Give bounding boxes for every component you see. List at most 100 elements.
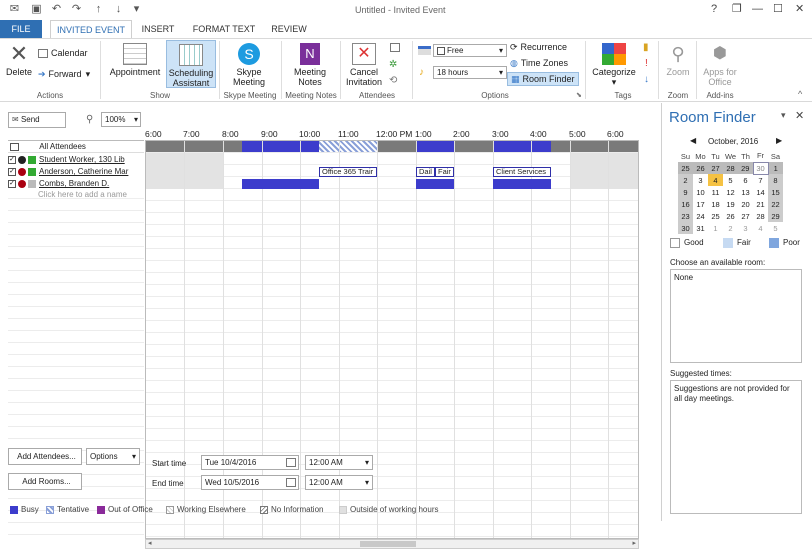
day-cell[interactable]: 27	[708, 162, 723, 174]
prev-month-icon[interactable]: ◀	[690, 136, 696, 145]
day-cell[interactable]: 15	[768, 186, 783, 198]
day-cell[interactable]: 27	[738, 210, 753, 222]
customize-quick-access-icon[interactable]: ▾	[130, 3, 143, 16]
calendar-picker-icon[interactable]	[286, 478, 296, 487]
attendee-type-icon[interactable]	[10, 142, 19, 151]
day-cell[interactable]: 31	[693, 222, 708, 234]
day-cell[interactable]: 17	[693, 198, 708, 210]
checkbox-checked-icon[interactable]: ✓	[8, 179, 16, 188]
reminder-dropdown[interactable]: 18 hours ▾	[433, 66, 507, 79]
day-cell[interactable]: 22	[768, 198, 783, 210]
address-book-icon[interactable]	[390, 43, 400, 52]
day-cell[interactable]: 29	[768, 210, 783, 222]
day-cell[interactable]: 29	[738, 162, 753, 174]
day-cell[interactable]: 28	[753, 210, 768, 222]
day-cell[interactable]: 25	[678, 162, 693, 174]
day-cell[interactable]: 9	[678, 186, 693, 198]
ribbon-display-button[interactable]: ❐	[732, 3, 742, 16]
day-cell[interactable]: 30	[752, 161, 769, 175]
day-cell[interactable]: 2	[723, 222, 738, 234]
collapse-ribbon-icon[interactable]: ^	[798, 89, 802, 99]
room-list[interactable]: None	[670, 269, 802, 363]
apps-for-office-button[interactable]: ⬢ Apps for Office	[698, 43, 742, 87]
attendee-row[interactable]: ✓ Student Worker, 130 Lib	[8, 154, 142, 166]
day-cell[interactable]: 16	[678, 198, 693, 210]
show-as-dropdown[interactable]: Free ▾	[433, 44, 507, 57]
end-time-field[interactable]: 12:00 AM ▾	[305, 475, 373, 490]
time-zones-button[interactable]: ◍ Time Zones	[510, 57, 568, 69]
day-cell[interactable]: 24	[693, 210, 708, 222]
day-cell[interactable]: 19	[723, 198, 738, 210]
up-arrow-icon[interactable]: ↑	[92, 3, 105, 16]
calendar-picker-icon[interactable]	[286, 458, 296, 467]
day-cell-selected[interactable]: 4	[708, 174, 723, 186]
save-icon[interactable]: ▣	[30, 3, 43, 16]
private-lock-icon[interactable]: ▮	[643, 42, 649, 53]
help-button[interactable]: ?	[711, 3, 717, 16]
redo-icon[interactable]: ↷	[70, 3, 83, 16]
cancel-invitation-button[interactable]: ✕ Cancel Invitation	[342, 43, 386, 87]
delete-button[interactable]: ✕ Delete	[3, 43, 35, 78]
day-cell[interactable]: 25	[708, 210, 723, 222]
day-cell[interactable]: 8	[768, 174, 783, 186]
day-cell[interactable]: 18	[708, 198, 723, 210]
attendee-row[interactable]: ✓ Anderson, Catherine Mar	[8, 166, 142, 178]
checkbox-checked-icon[interactable]: ✓	[8, 155, 16, 164]
day-cell[interactable]: 26	[693, 162, 708, 174]
options-button[interactable]: Options ▾	[86, 448, 140, 465]
pane-options-icon[interactable]: ▾	[781, 110, 786, 121]
high-importance-icon[interactable]: !	[645, 58, 648, 69]
checkbox-checked-icon[interactable]: ✓	[8, 167, 16, 176]
tab-file[interactable]: FILE	[0, 20, 42, 38]
day-cell[interactable]: 14	[753, 186, 768, 198]
day-cell[interactable]: 23	[678, 210, 693, 222]
forward-button[interactable]: ➔ Forward ▾	[38, 68, 90, 80]
day-cell[interactable]: 6	[738, 174, 753, 186]
day-cell[interactable]: 7	[753, 174, 768, 186]
response-options-icon[interactable]: ✲	[389, 59, 397, 70]
appointment-button[interactable]: Appointment	[106, 43, 164, 77]
suggested-times-list[interactable]: Suggestions are not provided for all day…	[670, 380, 802, 514]
mini-calendar[interactable]: Su Mo Tu We Th Fr Sa 25 26 27 28 29 30 1 2345678 9 10…	[678, 150, 783, 234]
day-cell[interactable]: 3	[693, 174, 708, 186]
tab-format-text[interactable]: FORMAT TEXT	[187, 20, 261, 38]
day-cell[interactable]: 20	[738, 198, 753, 210]
check-names-icon[interactable]: ⟲	[389, 75, 397, 86]
meeting-notes-button[interactable]: N Meeting Notes	[286, 43, 334, 87]
undo-icon[interactable]: ↶	[50, 3, 63, 16]
day-cell[interactable]: 3	[738, 222, 753, 234]
close-button[interactable]: ✕	[795, 3, 804, 16]
scroll-left-icon[interactable]: ◂	[148, 539, 152, 547]
day-cell[interactable]: 10	[693, 186, 708, 198]
down-arrow-icon[interactable]: ↓	[112, 3, 125, 16]
tab-insert[interactable]: INSERT	[138, 20, 178, 38]
day-cell[interactable]: 1	[708, 222, 723, 234]
day-cell[interactable]: 5	[723, 174, 738, 186]
day-cell[interactable]: 21	[753, 198, 768, 210]
day-cell[interactable]: 28	[723, 162, 738, 174]
start-time-field[interactable]: 12:00 AM ▾	[305, 455, 373, 470]
skype-meeting-button[interactable]: S Skype Meeting	[225, 43, 273, 87]
day-cell[interactable]: 13	[738, 186, 753, 198]
room-finder-button[interactable]: ▦ Room Finder	[507, 72, 579, 86]
scheduling-assistant-button[interactable]: Scheduling Assistant	[166, 40, 216, 88]
maximize-button[interactable]: ☐	[773, 3, 783, 16]
add-rooms-button[interactable]: Add Rooms...	[8, 473, 82, 490]
day-cell[interactable]: 4	[753, 222, 768, 234]
next-month-icon[interactable]: ▶	[776, 136, 782, 145]
calendar-button[interactable]: Calendar	[38, 47, 88, 59]
zoom-select[interactable]: 100% ▾	[101, 112, 141, 127]
recurrence-button[interactable]: ⟳ Recurrence	[510, 41, 567, 53]
start-date-field[interactable]: Tue 10/4/2016	[201, 455, 299, 470]
scroll-right-icon[interactable]: ▸	[632, 539, 636, 547]
scroll-thumb[interactable]	[360, 541, 416, 547]
horizontal-scrollbar[interactable]: ◂ ▸	[145, 539, 639, 549]
categorize-button[interactable]: Categorize ▾	[588, 43, 640, 87]
minimize-button[interactable]: —	[752, 3, 763, 16]
tab-review[interactable]: REVIEW	[268, 20, 310, 38]
day-cell[interactable]: 11	[708, 186, 723, 198]
send-button[interactable]: ✉ Send	[8, 112, 66, 128]
low-importance-icon[interactable]: ↓	[644, 74, 649, 85]
day-cell[interactable]: 2	[678, 174, 693, 186]
room-list-item[interactable]: None	[674, 273, 693, 282]
